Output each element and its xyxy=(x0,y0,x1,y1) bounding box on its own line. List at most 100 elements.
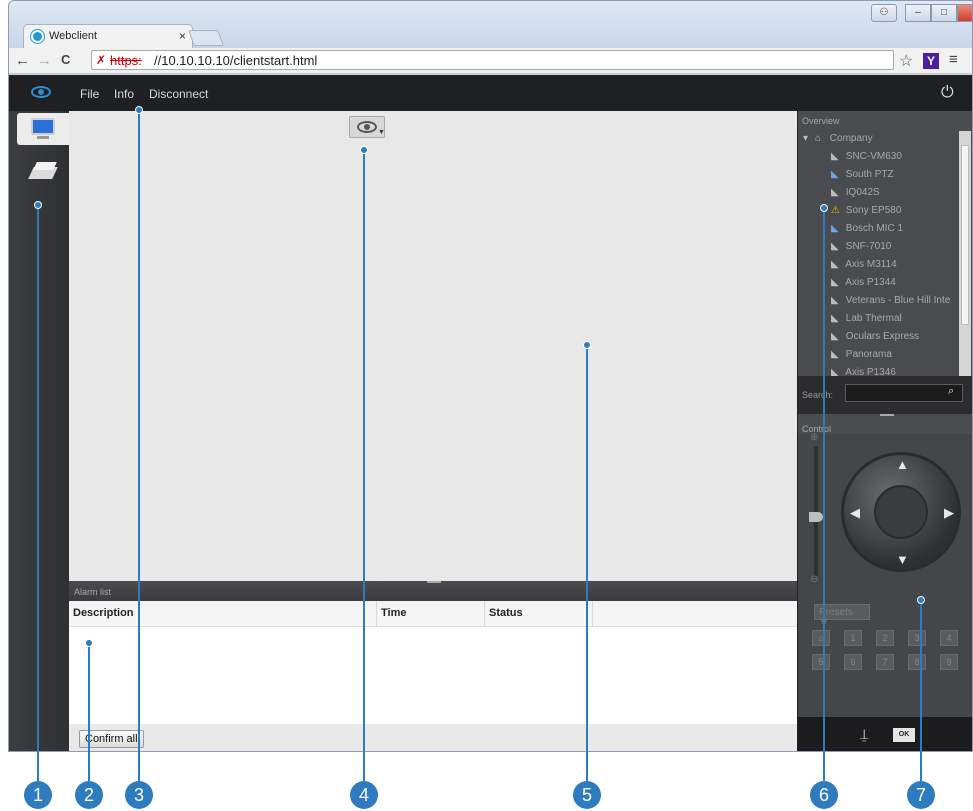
tree-camera-label: Axis M3114 xyxy=(845,259,897,270)
back-arrow-icon[interactable]: ← xyxy=(15,52,30,69)
preset-button[interactable]: 1 xyxy=(844,630,862,646)
browser-window: Webclient × ⚇ – □ x ← → C ✗ https: //10.… xyxy=(8,0,973,752)
camera-icon: ◣ xyxy=(831,241,839,252)
callout-number: 4 xyxy=(350,781,378,809)
maximize-button[interactable]: □ xyxy=(931,4,957,22)
preset-button[interactable]: 3 xyxy=(908,630,926,646)
forward-arrow-icon[interactable]: → xyxy=(37,52,52,69)
user-icon[interactable]: ⚇ xyxy=(871,4,897,22)
close-window-button[interactable]: x xyxy=(957,4,972,22)
column-description[interactable]: Description xyxy=(69,601,377,627)
alarm-list-title: Alarm list xyxy=(74,587,112,597)
tree-scrollbar[interactable] xyxy=(959,131,971,376)
ptz-center[interactable] xyxy=(874,485,928,539)
menu-disconnect[interactable]: Disconnect xyxy=(149,87,208,101)
tree-camera-label: Sony EP580 xyxy=(845,205,902,216)
tree-camera-label: Panorama xyxy=(845,349,892,360)
tree-root[interactable]: ▾ ⌂ Company xyxy=(803,133,873,151)
browser-tab-webclient[interactable]: Webclient × xyxy=(23,24,193,48)
tree-camera-item[interactable]: ◣ Axis P1344 xyxy=(831,277,896,295)
address-bar[interactable]: ✗ https: //10.10.10.10/clientstart.html xyxy=(91,50,894,70)
joystick-icon[interactable]: ⍊ xyxy=(860,726,868,743)
preset-button[interactable]: 8 xyxy=(908,654,926,670)
callout-line xyxy=(920,600,922,784)
new-tab-button[interactable] xyxy=(188,30,224,46)
preset-button[interactable]: 2 xyxy=(876,630,894,646)
video-viewer[interactable]: ▼ xyxy=(69,111,797,581)
alarm-list-panel: Alarm list Description Time Status Confi… xyxy=(69,581,797,751)
overview-title: Overview xyxy=(798,111,972,129)
zoom-in-icon[interactable]: ⊕ xyxy=(810,432,818,443)
tree-camera-item[interactable]: ◣ IQ042S xyxy=(831,187,880,205)
tree-root-label: Company xyxy=(829,133,873,144)
url-scheme: https: xyxy=(110,53,142,68)
tree-camera-item[interactable]: ◣ SNF-7010 xyxy=(831,241,891,259)
menu-file[interactable]: File xyxy=(80,87,99,101)
playback-tab[interactable] xyxy=(28,159,58,185)
callout-line xyxy=(363,150,365,784)
tab-close-icon[interactable]: × xyxy=(179,29,186,43)
tree-camera-label: Oculars Express xyxy=(845,331,920,342)
tree-camera-item[interactable]: ◣ Bosch MIC 1 xyxy=(831,223,903,241)
search-label: Search: xyxy=(802,390,834,400)
view-options-button[interactable]: ▼ xyxy=(349,116,385,138)
callout-dot xyxy=(583,341,591,349)
zoom-out-icon[interactable]: ⊖ xyxy=(810,574,818,585)
tree-camera-item[interactable]: ◣ South PTZ xyxy=(831,169,894,187)
scrollbar-thumb[interactable] xyxy=(961,145,969,325)
ptz-joystick[interactable]: ▲ ▼ ◀ ▶ xyxy=(841,452,961,572)
column-status[interactable]: Status xyxy=(485,601,593,627)
tree-camera-item[interactable]: ◣ Panorama xyxy=(831,349,892,367)
callout-line xyxy=(37,205,39,784)
menu-info[interactable]: Info xyxy=(114,87,134,101)
control-resize-grip[interactable] xyxy=(880,414,894,416)
extension-y-icon[interactable]: Y xyxy=(923,53,939,69)
zoom-slider-knob[interactable] xyxy=(809,512,823,522)
camera-icon: ◣ xyxy=(831,277,839,288)
browser-menu-icon[interactable]: ≡ xyxy=(949,51,958,68)
callout-number: 6 xyxy=(810,781,838,809)
tree-camera-item[interactable]: ◣ Lab Thermal xyxy=(831,313,902,331)
column-time[interactable]: Time xyxy=(377,601,485,627)
tree-camera-item[interactable]: ◣ Axis P1346 xyxy=(831,367,896,376)
preset-button[interactable]: 5 xyxy=(812,654,830,670)
camera-icon: ◣ xyxy=(831,295,839,306)
eye-icon xyxy=(357,121,377,133)
preset-button[interactable]: 9 xyxy=(940,654,958,670)
app-menu-bar: File Info Disconnect ⏻ xyxy=(9,75,972,111)
preset-button[interactable]: 6 xyxy=(844,654,862,670)
playback-icon-top xyxy=(33,162,57,170)
callout-number: 1 xyxy=(24,781,52,809)
ok-button[interactable]: OK xyxy=(893,728,915,742)
callout-dot xyxy=(85,639,93,647)
arrow-right-icon[interactable]: ▶ xyxy=(944,505,954,521)
arrow-left-icon[interactable]: ◀ xyxy=(850,505,860,521)
alarm-column-headers: Description Time Status xyxy=(69,601,797,627)
camera-icon: ◣ xyxy=(831,313,839,324)
preset-home-button[interactable]: ⌂ xyxy=(812,630,830,646)
arrow-down-icon[interactable]: ▼ xyxy=(896,552,909,567)
callout-number: 3 xyxy=(125,781,153,809)
expand-arrow-icon[interactable]: ▾ xyxy=(803,133,815,144)
arrow-up-icon[interactable]: ▲ xyxy=(896,457,909,472)
power-icon[interactable]: ⏻ xyxy=(941,84,954,102)
tree-camera-item[interactable]: ⚠ Sony EP580 xyxy=(831,205,901,223)
tree-camera-item[interactable]: ◣ SNC-VM630 xyxy=(831,151,902,169)
reload-icon[interactable]: C xyxy=(61,52,70,67)
tree-camera-item[interactable]: ◣ Axis M3114 xyxy=(831,259,897,277)
bookmark-star-icon[interactable]: ☆ xyxy=(899,51,913,71)
tree-camera-item[interactable]: ◣ Veterans - Blue Hill Inte xyxy=(831,295,950,313)
zoom-slider-track[interactable] xyxy=(814,446,818,576)
callout-dot xyxy=(917,596,925,604)
resize-grip[interactable] xyxy=(427,581,441,583)
preset-button[interactable]: 7 xyxy=(876,654,894,670)
callout-dot xyxy=(360,146,368,154)
camera-icon: ◣ xyxy=(831,151,839,162)
search-input[interactable] xyxy=(845,384,963,402)
preset-button[interactable]: 4 xyxy=(940,630,958,646)
tree-camera-label: IQ042S xyxy=(845,187,880,198)
minimize-button[interactable]: – xyxy=(905,4,931,22)
tree-camera-item[interactable]: ◣ Oculars Express xyxy=(831,331,919,349)
live-view-tab[interactable] xyxy=(17,113,69,145)
search-icon[interactable]: ⌕ xyxy=(948,385,954,398)
